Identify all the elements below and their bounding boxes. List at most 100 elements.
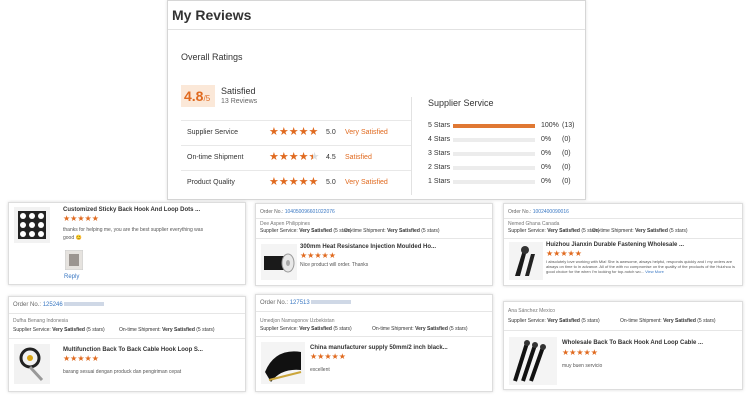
supplier-service-rating: Supplier Service: Very Satisfied (5 star… (260, 326, 352, 332)
bar-track (453, 152, 535, 156)
on-time-shipment-rating: On-time Shipment: Very Satisfied (5 star… (620, 318, 716, 324)
review-text: thanks for helping me, you are the best … (63, 227, 204, 241)
on-time-label: On-time Shipment: (592, 228, 634, 234)
review-text: I absolutely love working with Mia! She … (546, 259, 741, 274)
my-reviews-panel: My Reviews Overall Ratings 4.8/5 Satisfi… (167, 0, 586, 200)
bar-label: 2 Stars (428, 164, 451, 171)
bar-track (453, 124, 535, 128)
product-title-link[interactable]: Huizhou Jianxin Durable Fastening Wholes… (546, 242, 684, 248)
on-time-stars: (5 stars) (669, 228, 688, 234)
order-number-link[interactable]: 1002400090016 (533, 209, 569, 215)
on-time-stars: (5 stars) (697, 318, 716, 324)
review-card-4: Order No.: 125246 Dufha Benang Indonesia… (8, 296, 246, 392)
product-thumbnail-roll[interactable] (261, 244, 297, 280)
card-divider (256, 336, 492, 337)
buyer-name: Nemed Ghana Canada (508, 221, 560, 227)
star-bar-1: 1 Stars 0% (0) (428, 178, 578, 188)
bar-percent: 0% (541, 178, 552, 185)
star-rating-icon: ★★★★★ (546, 249, 582, 258)
redacted-order-digits (63, 302, 104, 307)
page-title: My Reviews (172, 7, 252, 23)
bar-percent: 0% (541, 136, 552, 143)
product-thumbnail-black-tape[interactable] (261, 342, 305, 384)
rating-value: 5.0 (326, 179, 336, 186)
product-thumbnail-cable-ties[interactable] (509, 337, 557, 385)
bar-percent: 0% (541, 164, 552, 171)
supplier-service-value: Very Satisfied (299, 228, 332, 234)
on-time-stars: (5 stars) (196, 327, 215, 333)
order-prefix: Order No.: (13, 302, 42, 308)
star-rating-icon: ★★★★★ (269, 126, 319, 138)
star-bar-2: 2 Stars 0% (0) (428, 164, 578, 174)
bar-label: 5 Stars (428, 122, 451, 129)
buyer-name: Umedjon Namagonov Uzbekistan (260, 318, 335, 324)
card-divider (256, 238, 492, 239)
supplier-service-value: Very Satisfied (547, 318, 580, 324)
supplier-service-stars: (5 stars) (86, 327, 105, 333)
order-number-link[interactable]: 127513 (290, 300, 310, 306)
product-thumbnail-straps[interactable] (509, 242, 543, 280)
title-divider (168, 29, 585, 30)
score-suffix: /5 (203, 94, 211, 103)
review-photo-thumbnail[interactable] (65, 250, 83, 270)
on-time-stars: (5 stars) (449, 326, 468, 332)
supplier-service-label: Supplier Service: (13, 327, 51, 333)
product-title-link[interactable]: China manufacturer supply 50mm/2 inch bl… (310, 345, 448, 351)
bar-count: (0) (562, 178, 571, 185)
rating-row-product-quality: Product Quality ★★★★★ 5.0 Very Satisfied (181, 170, 412, 195)
review-count: 13 Reviews (221, 98, 258, 105)
on-time-value: Very Satisfied (415, 326, 448, 332)
bar-count: (0) (562, 136, 571, 143)
bar-fill (453, 124, 535, 128)
on-time-stars: (5 stars) (421, 228, 440, 234)
supplier-service-value: Very Satisfied (547, 228, 580, 234)
rating-row-supplier-service: Supplier Service ★★★★★ 5.0 Very Satisfie… (181, 120, 412, 145)
product-title-link[interactable]: Multifunction Back To Back Cable Hook Lo… (63, 347, 203, 353)
supplier-service-rating: Supplier Service: Very Satisfied (5 star… (13, 327, 105, 333)
order-number: Order No.: 104050096601022076 (260, 209, 335, 215)
card-divider (504, 218, 742, 219)
card-divider (9, 338, 245, 339)
rating-label: Product Quality (187, 179, 235, 186)
bar-percent: 0% (541, 150, 552, 157)
review-card-6: Ana Sánchez Mexico Supplier Service: Ver… (503, 301, 743, 390)
on-time-shipment-rating: On-time Shipment: Very Satisfied (5 star… (592, 228, 688, 234)
rating-row-on-time-shipment: On-time Shipment ★★★★★★ 4.5 Satisfied (181, 145, 412, 170)
bar-track (453, 138, 535, 142)
order-number-link[interactable]: 104050096601022076 (285, 209, 335, 215)
product-thumbnail-hook-loop-dots[interactable] (14, 207, 50, 243)
supplier-service-label: Supplier Service: (260, 326, 298, 332)
product-title-link[interactable]: 300mm Heat Resistance Injection Moulded … (300, 244, 436, 250)
review-text-body: I absolutely love working with Mia! She … (546, 259, 735, 274)
buyer-name: Ana Sánchez Mexico (508, 308, 555, 314)
reply-link[interactable]: Reply (64, 274, 79, 280)
product-thumbnail-cable-loop[interactable] (14, 344, 50, 384)
product-title-link[interactable]: Customized Sticky Back Hook And Loop Dot… (63, 207, 200, 213)
rating-label: On-time Shipment (187, 154, 244, 161)
order-number-link[interactable]: 125246 (43, 302, 63, 308)
review-card-3: Order No.: 1002400090016 Nemed Ghana Can… (503, 203, 743, 286)
order-number: Order No.: 125246 (13, 302, 104, 308)
rating-desc: Satisfied (345, 154, 372, 161)
on-time-value: Very Satisfied (162, 327, 195, 333)
rating-desc: Very Satisfied (345, 129, 388, 136)
order-number: Order No.: 1002400090016 (508, 209, 569, 215)
on-time-label: On-time Shipment: (344, 228, 386, 234)
star-rating-icon: ★★★★★ (300, 251, 336, 260)
star-rating-icon: ★★★★★ (63, 354, 99, 363)
card-divider (256, 218, 492, 219)
star-rating-icon: ★★★★★ (269, 176, 319, 188)
order-prefix: Order No.: (260, 300, 289, 306)
review-text: barang sesuai dengan produck dan pengiri… (63, 369, 182, 375)
overall-ratings-title: Overall Ratings (181, 52, 243, 62)
on-time-value: Very Satisfied (387, 228, 420, 234)
product-title-link[interactable]: Wholesale Back To Back Hook And Loop Cab… (562, 340, 703, 346)
on-time-label: On-time Shipment: (372, 326, 414, 332)
overall-satisfaction: Satisfied (221, 86, 256, 96)
review-text: excellent (310, 367, 330, 373)
overall-score-badge: 4.8/5 (181, 85, 215, 107)
supplier-service-value: Very Satisfied (52, 327, 85, 333)
order-prefix: Order No.: (260, 209, 284, 215)
view-more-link[interactable]: View More (645, 269, 664, 274)
card-divider (504, 330, 742, 331)
